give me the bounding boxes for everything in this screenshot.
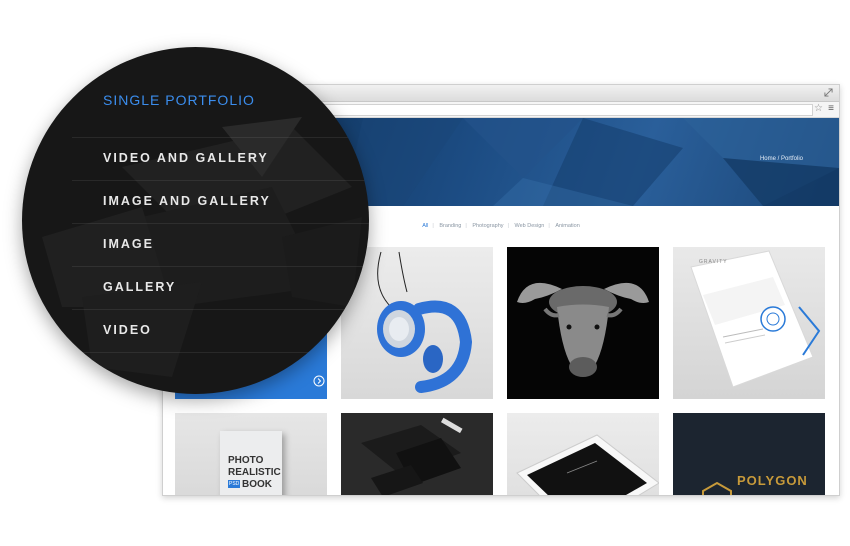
fullscreen-icon[interactable]	[824, 88, 833, 97]
menu-item-single-portfolio[interactable]: SINGLE PORTFOLIO	[103, 92, 255, 108]
book-cover: PHOTO REALISTIC BOOK PSD	[220, 431, 282, 495]
menu-divider	[72, 180, 369, 181]
tablet-image	[516, 434, 659, 495]
portfolio-tile-dark-stationery[interactable]	[341, 413, 493, 495]
hamburger-menu-icon[interactable]: ≡	[828, 103, 834, 115]
menu-item-gallery[interactable]: GALLERY	[103, 280, 176, 294]
portfolio-tile-buffalo[interactable]	[507, 247, 659, 399]
buffalo-image	[517, 282, 649, 377]
menu-divider	[72, 309, 369, 310]
menu-divider	[72, 223, 369, 224]
menu-item-video-and-gallery[interactable]: VIDEO AND GALLERY	[103, 151, 269, 165]
menu-item-image[interactable]: IMAGE	[103, 237, 154, 251]
stationery-brand: GRAVITY	[699, 259, 728, 265]
portfolio-tile-stationery[interactable]: GRAVITY	[673, 247, 825, 399]
filter-photography[interactable]: Photography	[472, 223, 503, 229]
filter-branding[interactable]: Branding	[439, 223, 461, 229]
filter-all[interactable]: All	[422, 223, 428, 229]
menu-magnifier: SINGLE PORTFOLIO VIDEO AND GALLERY IMAGE…	[22, 47, 369, 394]
book-title-line-1: PHOTO	[228, 455, 264, 466]
menu-divider	[72, 352, 369, 353]
filter-web-design[interactable]: Web Design	[514, 223, 544, 229]
book-title-line-3: BOOK	[242, 479, 272, 490]
portfolio-tile-book[interactable]: PHOTO REALISTIC BOOK PSD	[175, 413, 327, 495]
book-psd-badge: PSD	[228, 480, 241, 488]
breadcrumb: Home / Portfolio	[759, 156, 803, 162]
book-title-line-2: REALISTIC	[228, 467, 281, 478]
menu-item-video[interactable]: VIDEO	[103, 323, 152, 337]
portfolio-tile-tablet[interactable]	[507, 413, 659, 495]
stationery-image	[690, 250, 821, 388]
portfolio-tile-polygon[interactable]: POLYGON	[673, 413, 825, 495]
menu-item-image-and-gallery[interactable]: IMAGE AND GALLERY	[103, 194, 271, 208]
polygon-logo-text: POLYGON	[737, 473, 808, 488]
dark-stationery-image	[361, 417, 463, 495]
filter-animation[interactable]: Animation	[555, 223, 579, 229]
star-icon[interactable]: ☆	[814, 103, 823, 115]
menu-divider	[72, 266, 369, 267]
menu-divider	[72, 137, 369, 138]
